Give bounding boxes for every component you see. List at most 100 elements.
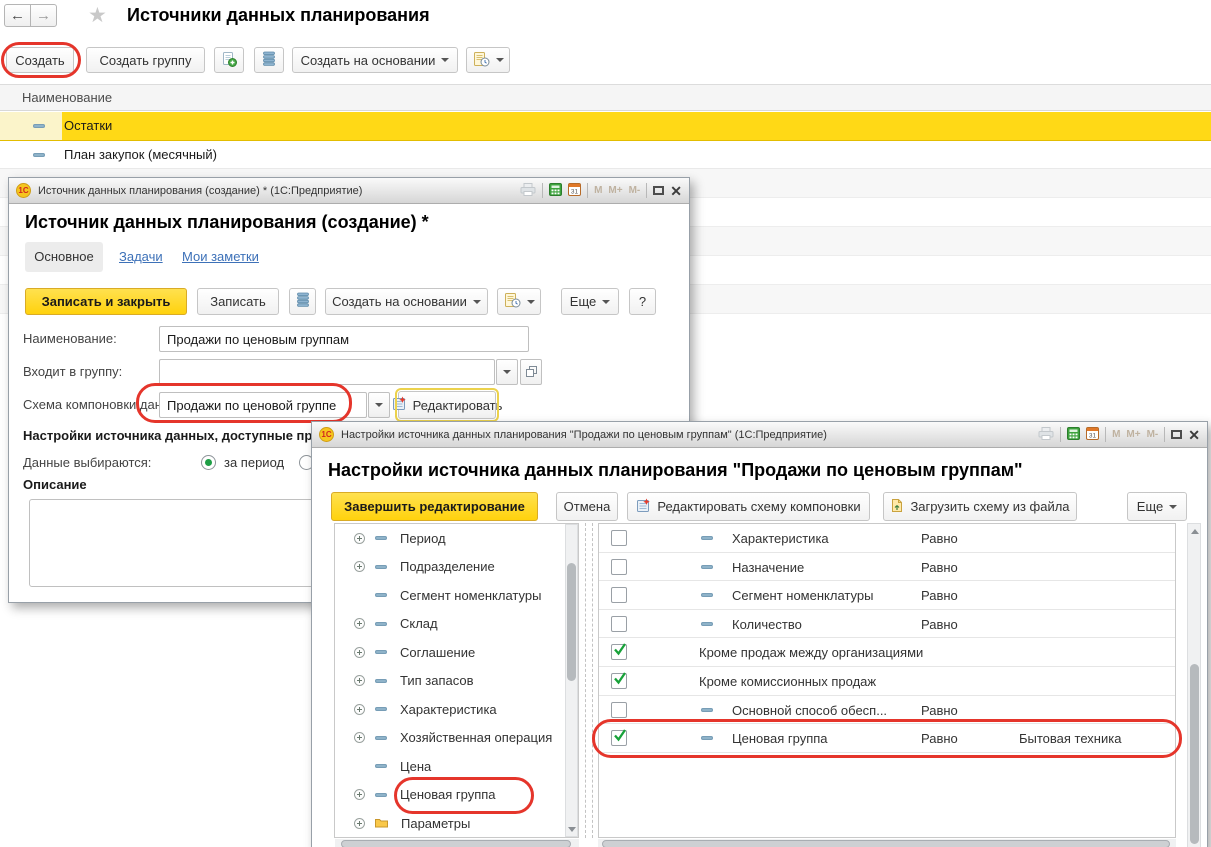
related-documents-icon-button[interactable] (254, 47, 284, 73)
expand-icon[interactable] (354, 704, 365, 715)
help-button[interactable]: ? (629, 288, 656, 315)
add-new-icon-button[interactable] (214, 47, 244, 73)
cancel-button[interactable]: Отмена (556, 492, 618, 521)
tree-vertical-scrollbar[interactable] (565, 524, 578, 837)
scrollbar-thumb[interactable] (602, 840, 1170, 847)
expand-icon[interactable] (354, 732, 365, 743)
scrollbar-thumb[interactable] (341, 840, 571, 847)
condition-row[interactable]: Сегмент номенклатурыРавно (599, 581, 1175, 610)
print-icon[interactable] (520, 183, 536, 199)
scrollbar-thumb[interactable] (567, 563, 576, 681)
radio-for-period[interactable] (201, 455, 216, 470)
name-input[interactable] (159, 326, 529, 352)
schema-dropdown-button[interactable] (368, 392, 390, 418)
expand-icon[interactable] (354, 675, 365, 686)
scroll-up-arrow-icon[interactable] (1191, 529, 1199, 534)
conditions-horizontal-scrollbar[interactable] (598, 839, 1176, 847)
forward-button[interactable]: → (30, 4, 57, 27)
condition-row-price-group[interactable]: Ценовая группаРавноБытовая техника (599, 724, 1175, 753)
tab-tasks[interactable]: Задачи (119, 242, 163, 272)
related-documents-icon-button[interactable] (289, 288, 316, 315)
back-button[interactable]: ← (4, 4, 31, 27)
tree-item[interactable]: Соглашение (335, 638, 578, 667)
tree-item[interactable]: Характеристика (335, 695, 578, 724)
calculator-icon[interactable] (549, 183, 562, 199)
close-button[interactable]: ✕ (1188, 430, 1200, 440)
favorite-star-icon[interactable]: ★ (88, 3, 107, 28)
tree-item-price-group[interactable]: Ценовая группа (335, 781, 578, 810)
document-clock-icon (473, 51, 490, 70)
memory-plus-button[interactable]: M+ (608, 185, 622, 196)
create-based-on-button[interactable]: Создать на основании (292, 47, 458, 73)
checkbox-unchecked[interactable] (611, 702, 627, 718)
checkbox-unchecked[interactable] (611, 616, 627, 632)
condition-row[interactable]: ХарактеристикаРавно (599, 524, 1175, 553)
expand-icon[interactable] (354, 561, 365, 572)
calendar-icon[interactable]: 31 (1086, 427, 1099, 443)
checkbox-checked[interactable] (611, 673, 627, 689)
memory-button[interactable]: M (594, 185, 602, 196)
expand-icon[interactable] (354, 818, 365, 829)
group-input[interactable] (159, 359, 495, 385)
tree-item[interactable]: Склад (335, 610, 578, 639)
create-based-on-button[interactable]: Создать на основании (325, 288, 488, 315)
schema-input[interactable] (159, 392, 367, 418)
maximize-button[interactable] (1171, 430, 1182, 439)
memory-minus-button[interactable]: M- (629, 185, 641, 196)
list-row-selected[interactable]: Остатки (0, 112, 1211, 141)
tree-item[interactable]: Хозяйственная операция (335, 724, 578, 753)
scrollbar-thumb[interactable] (1190, 664, 1199, 844)
memory-minus-button[interactable]: M- (1147, 429, 1159, 440)
more-button[interactable]: Еще (561, 288, 619, 315)
tab-my-notes[interactable]: Мои заметки (182, 242, 259, 272)
tree-item[interactable]: Тип запасов (335, 667, 578, 696)
list-row[interactable]: План закупок (месячный) (0, 141, 1211, 169)
group-open-button[interactable] (520, 359, 542, 385)
expand-icon[interactable] (354, 533, 365, 544)
save-button[interactable]: Записать (197, 288, 279, 315)
condition-row[interactable]: НазначениеРавно (599, 553, 1175, 582)
calculator-icon[interactable] (1067, 427, 1080, 443)
finish-editing-button[interactable]: Завершить редактирование (331, 492, 538, 521)
tree-horizontal-scrollbar[interactable] (335, 839, 579, 847)
create-button[interactable]: Создать (6, 47, 74, 73)
tree-item-parameters[interactable]: Параметры (335, 809, 578, 838)
edit-composition-schema-button[interactable]: Редактировать схему компоновки (627, 492, 870, 521)
condition-row[interactable]: Кроме продаж между организациями (599, 638, 1175, 667)
group-dropdown-button[interactable] (496, 359, 518, 385)
panel-splitter[interactable] (585, 523, 586, 838)
memory-plus-button[interactable]: M+ (1126, 429, 1140, 440)
memory-button[interactable]: M (1112, 429, 1120, 440)
checkbox-checked[interactable] (611, 644, 627, 660)
document-history-dropdown-button[interactable] (497, 288, 541, 315)
condition-row[interactable]: Основной способ обесп...Равно (599, 696, 1175, 725)
expand-icon[interactable] (354, 618, 365, 629)
close-button[interactable]: ✕ (670, 186, 682, 196)
expand-icon[interactable] (354, 789, 365, 800)
conditions-vertical-scrollbar[interactable] (1187, 523, 1201, 847)
tab-main[interactable]: Основное (25, 242, 103, 272)
edit-schema-button[interactable]: Редактировать (398, 391, 496, 419)
more-button[interactable]: Еще (1127, 492, 1187, 521)
list-header-row[interactable]: Наименование (0, 84, 1211, 111)
print-icon[interactable] (1038, 427, 1054, 443)
checkbox-checked[interactable] (611, 730, 627, 746)
checkbox-unchecked[interactable] (611, 530, 627, 546)
tree-item[interactable]: Подразделение (335, 553, 578, 582)
checkbox-unchecked[interactable] (611, 587, 627, 603)
panel-splitter[interactable] (592, 523, 593, 838)
condition-row[interactable]: КоличествоРавно (599, 610, 1175, 639)
tree-item[interactable]: Период (335, 524, 578, 553)
checkbox-unchecked[interactable] (611, 559, 627, 575)
maximize-button[interactable] (653, 186, 664, 195)
condition-row[interactable]: Кроме комиссионных продаж (599, 667, 1175, 696)
load-schema-from-file-button[interactable]: Загрузить схему из файла (883, 492, 1077, 521)
tree-item[interactable]: Сегмент номенклатуры (335, 581, 578, 610)
document-history-dropdown-button[interactable] (466, 47, 510, 73)
calendar-icon[interactable]: 31 (568, 183, 581, 199)
expand-icon[interactable] (354, 647, 365, 658)
create-group-button[interactable]: Создать группу (86, 47, 205, 73)
tree-item[interactable]: Цена (335, 752, 578, 781)
save-and-close-button[interactable]: Записать и закрыть (25, 288, 187, 315)
scroll-down-arrow-icon[interactable] (568, 827, 576, 832)
